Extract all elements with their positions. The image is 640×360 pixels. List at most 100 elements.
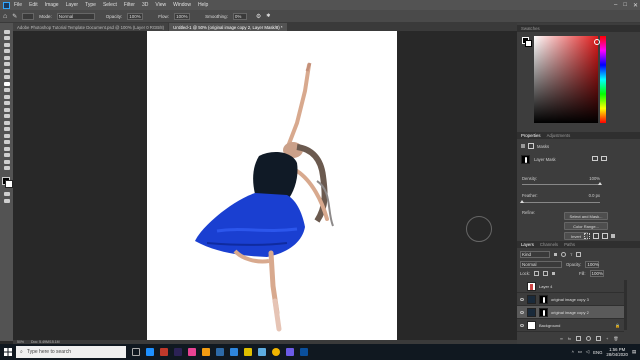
menu-image[interactable]: Image (45, 2, 59, 8)
crop-tool-icon[interactable] (3, 55, 10, 60)
layer-mask-thumbnail[interactable] (539, 294, 548, 304)
zoom-tool-icon[interactable] (3, 159, 10, 164)
tab-adjustments[interactable]: Adjustments (547, 133, 571, 138)
type-tool-icon[interactable] (3, 133, 10, 138)
tab-tutorial-document[interactable]: Adobe Photoshop Tutorial Template Docume… (13, 23, 169, 31)
tab-paths[interactable]: Paths (564, 242, 575, 247)
group-icon[interactable] (595, 336, 601, 341)
tab-untitled-1[interactable]: Untitled-1 @ 50% (original image copy 2,… (169, 23, 287, 31)
lasso-tool-icon[interactable] (3, 42, 10, 47)
layer-row-background[interactable]: Background 🔒 (517, 319, 624, 332)
add-mask-icon[interactable] (575, 336, 581, 341)
new-layer-icon[interactable]: + (606, 336, 608, 341)
hand-tool-icon[interactable] (3, 153, 10, 157)
eye-icon[interactable] (520, 310, 524, 314)
fill-field[interactable]: 100% (589, 270, 604, 277)
network-icon[interactable]: ▭ (578, 349, 582, 355)
density-slider[interactable] (522, 182, 602, 185)
history-brush-tool-icon[interactable] (3, 94, 10, 99)
layer-opacity-field[interactable]: 100% (585, 261, 600, 268)
link-layers-icon[interactable]: ∞ (560, 336, 563, 341)
lock-all-icon[interactable] (552, 272, 556, 275)
vector-mask-icon[interactable] (528, 143, 534, 149)
xd-app-icon[interactable] (188, 348, 196, 356)
tab-channels[interactable]: Channels (540, 242, 558, 247)
density-value[interactable]: 100% (589, 176, 600, 181)
move-tool-icon[interactable] (3, 29, 10, 34)
notifications-icon[interactable]: ▤ (632, 349, 636, 355)
brush-tool-icon[interactable]: ✎ (12, 13, 17, 20)
dodge-tool-icon[interactable] (3, 120, 10, 125)
layer-row-layer-4[interactable]: Layer 4 (517, 280, 624, 293)
opacity-field[interactable]: 100% (127, 12, 144, 20)
layer-name[interactable]: Background (539, 323, 560, 328)
healing-brush-tool-icon[interactable] (3, 75, 10, 79)
color-range-button[interactable]: Color Range... (564, 222, 608, 230)
menu-3d[interactable]: 3D (142, 2, 148, 8)
layer-name[interactable]: original image copy 3 (551, 297, 589, 302)
illustrator-app-icon[interactable] (202, 348, 210, 356)
teams-app-icon[interactable] (286, 348, 294, 356)
disable-mask-icon[interactable] (602, 233, 608, 239)
mode-select[interactable]: Normal (56, 12, 95, 20)
blur-tool-icon[interactable] (3, 114, 10, 118)
windows-start-icon[interactable] (0, 344, 16, 360)
foreground-background-swatches[interactable] (1, 176, 13, 188)
language-indicator[interactable]: ENG (593, 350, 602, 355)
feather-value[interactable]: 0.0 px (589, 193, 600, 198)
flow-field[interactable]: 100% (174, 12, 191, 20)
menu-select[interactable]: Select (103, 2, 117, 8)
blend-mode-select[interactable]: Normal (520, 261, 562, 268)
menu-edit[interactable]: Edit (29, 2, 38, 8)
menu-file[interactable]: File (14, 2, 22, 8)
select-and-mask-button[interactable]: Select and Mask... (564, 212, 608, 220)
color-picker-field[interactable] (534, 36, 600, 123)
delete-mask-icon[interactable] (611, 234, 615, 238)
layers-scrollbar[interactable] (624, 280, 627, 330)
quick-mask-icon[interactable] (3, 192, 10, 196)
filter-adjustment-icon[interactable] (561, 252, 566, 257)
adjustment-layer-icon[interactable] (585, 336, 591, 341)
frame-tool-icon[interactable] (3, 62, 10, 66)
more-tools-icon[interactable] (3, 166, 10, 170)
tab-layers[interactable]: Layers (521, 242, 534, 247)
layer-name[interactable]: Layer 4 (539, 284, 552, 289)
gear-icon[interactable]: ⚙ (256, 13, 261, 20)
tab-properties[interactable]: Properties (521, 133, 541, 138)
chrome-app-icon[interactable] (272, 348, 280, 356)
photoshop-active-app-icon[interactable] (300, 348, 308, 356)
menu-window[interactable]: Window (173, 2, 191, 8)
gradient-tool-icon[interactable] (3, 107, 10, 112)
screen-mode-icon[interactable] (3, 198, 10, 203)
acrobat-app-icon[interactable] (160, 348, 168, 356)
eye-icon[interactable] (520, 323, 524, 327)
select-vector-mask-icon[interactable] (601, 156, 607, 161)
premiere-app-icon[interactable] (146, 348, 154, 356)
filter-shape-icon[interactable] (576, 252, 582, 257)
trash-icon[interactable]: 🗑 (613, 336, 618, 341)
after-effects-app-icon[interactable] (174, 348, 182, 356)
layer-row-copy-3[interactable]: original image copy 3 (517, 293, 624, 306)
hue-slider[interactable] (600, 36, 606, 123)
eye-icon[interactable] (520, 297, 524, 301)
color-swatch-indicator[interactable] (522, 37, 532, 47)
layer-mask-thumbnail[interactable] (521, 155, 530, 164)
volume-icon[interactable]: ◁ (586, 349, 589, 355)
clock[interactable]: 1:56 PM 28/04/2020 (606, 347, 628, 357)
smoothing-field[interactable]: 0% (232, 12, 247, 20)
minimize-icon[interactable]: – (614, 2, 617, 8)
brush-tool-active-icon[interactable] (3, 81, 10, 86)
tab-swatches[interactable]: Swatches (521, 26, 540, 31)
edge-app-icon[interactable] (230, 348, 238, 356)
apply-mask-icon[interactable] (593, 233, 599, 239)
lock-pixels-icon[interactable] (534, 271, 540, 276)
path-selection-tool-icon[interactable] (3, 140, 10, 144)
lock-position-icon[interactable] (543, 271, 549, 276)
menu-help[interactable]: Help (198, 2, 208, 8)
maximize-icon[interactable]: □ (623, 2, 627, 8)
mail-app-icon[interactable] (258, 348, 266, 356)
menu-filter[interactable]: Filter (124, 2, 135, 8)
taskbar-search-box[interactable]: ⌕ Type here to search (16, 346, 126, 358)
close-icon[interactable]: ✕ (633, 2, 638, 9)
task-view-icon[interactable] (132, 348, 140, 356)
